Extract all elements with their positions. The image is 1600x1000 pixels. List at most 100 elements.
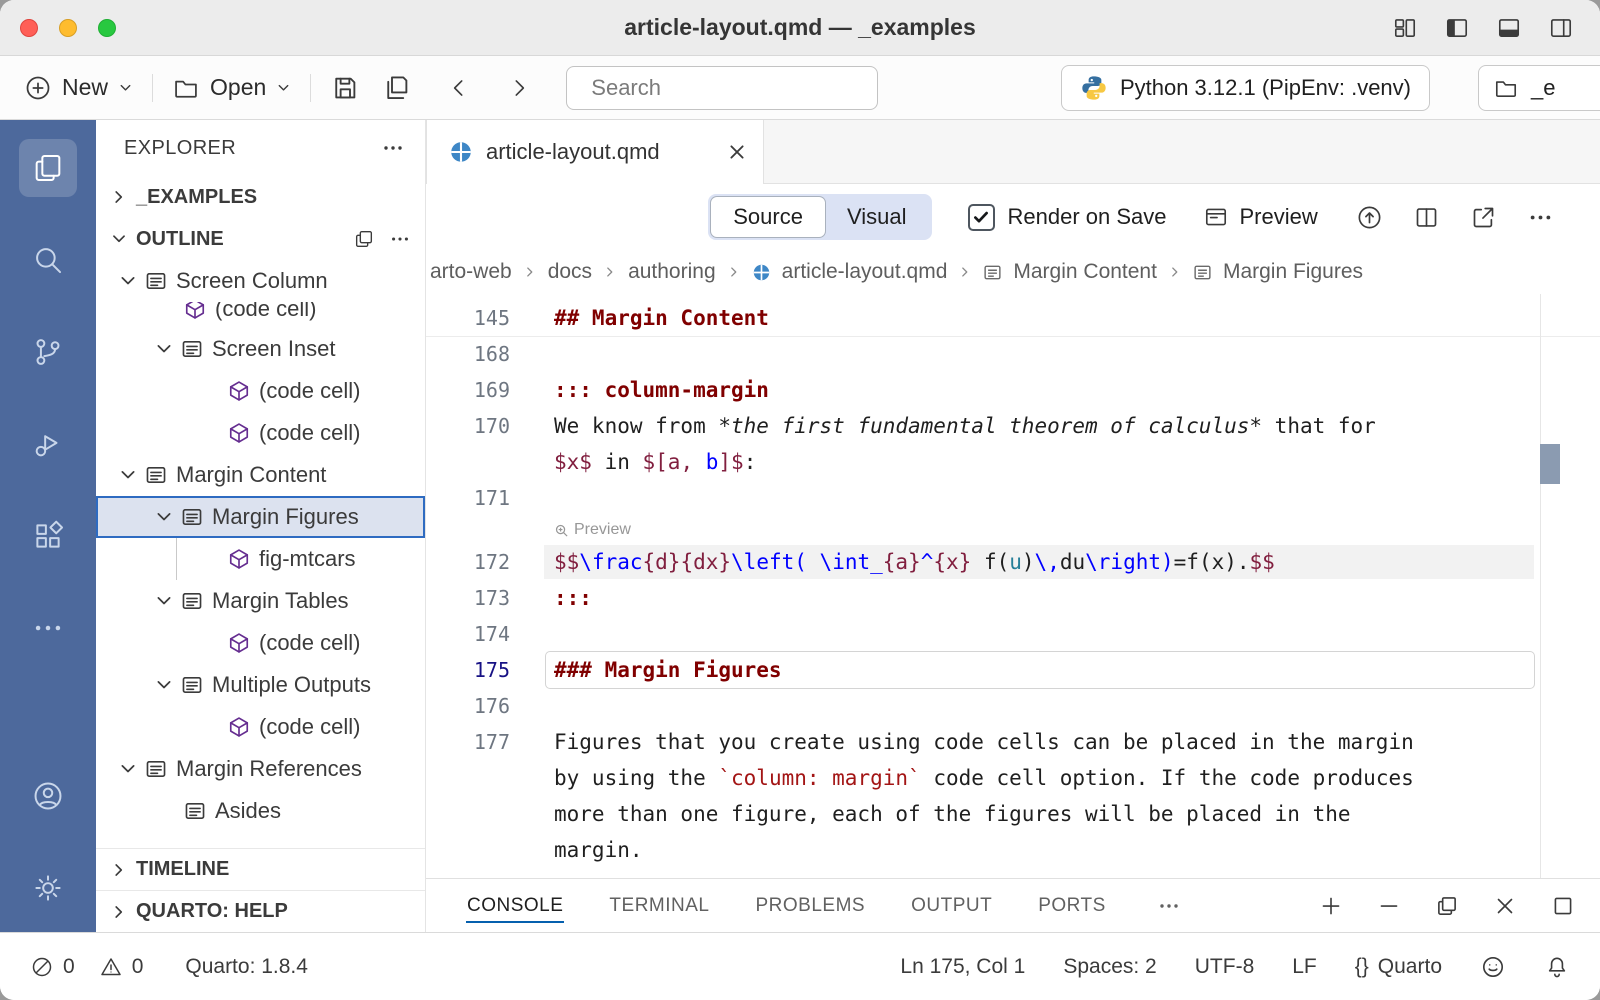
search-box[interactable] [566,66,878,110]
new-button[interactable]: New [24,74,133,102]
code-line[interactable]: 177 Figures that you create using code c… [426,724,1600,760]
notifications-bell-icon[interactable] [1544,954,1570,980]
project-button[interactable]: _e [1478,65,1600,111]
close-icon[interactable] [727,142,747,162]
code-line[interactable]: 168 [426,336,1600,372]
codelens-preview[interactable]: Preview [554,517,1534,543]
chevron-down-icon[interactable] [118,271,138,291]
chevron-down-icon[interactable] [154,591,174,611]
outline-item-multiple-outputs[interactable]: Multiple Outputs [96,664,425,706]
section-examples[interactable]: _EXAMPLES [96,176,425,218]
customize-layout-icon[interactable] [1392,15,1418,41]
collapse-all-icon[interactable] [353,228,375,250]
section-outline[interactable]: OUTLINE [96,218,425,260]
problems-status[interactable]: 0 0 [30,955,143,979]
breadcrumb-item[interactable]: arto-web [430,260,512,284]
outline-item-margin-figures[interactable]: Margin Figures [96,496,425,538]
breadcrumb-item[interactable]: article-layout.qmd [782,260,948,284]
chevron-down-icon[interactable] [118,465,138,485]
outline-item-screen-inset[interactable]: Screen Inset [96,328,425,370]
code-line-wrap[interactable]: margin. [426,832,1600,868]
account-button[interactable] [19,767,77,825]
outline-item-margin-content[interactable]: Margin Content [96,454,425,496]
outline-item-margin-tables[interactable]: Margin Tables [96,580,425,622]
panel-tab-output[interactable]: OUTPUT [910,880,993,932]
more-actions-icon[interactable] [381,136,405,160]
language-mode[interactable]: {} Quarto [1355,955,1442,979]
breadcrumb-item[interactable]: authoring [628,260,716,284]
scrollbar-thumb[interactable] [1540,444,1560,484]
section-timeline[interactable]: TIMELINE [96,848,425,890]
feedback-smiley-icon[interactable] [1480,954,1506,980]
close-window-button[interactable] [20,19,38,37]
code-line-wrap[interactable]: $x$ in $[a, b]$: [426,444,1600,480]
minimize-window-button[interactable] [59,19,77,37]
code-line-wrap[interactable]: more than one figure, each of the figure… [426,796,1600,832]
settings-button[interactable] [19,859,77,917]
code-line-math[interactable]: 172 $$\frac{d}{dx}\left( \int_{a}^{x} f(… [426,544,1600,580]
new-console-icon[interactable] [1318,893,1344,919]
code-line[interactable]: 169 ::: column-margin [426,372,1600,408]
more-panel-tabs-icon[interactable] [1157,894,1181,918]
outline-item-code-cell[interactable]: (code cell) [96,412,425,454]
save-all-icon[interactable] [382,73,412,103]
code-line-wrap[interactable]: by using the `column: margin` code cell … [426,760,1600,796]
code-line[interactable]: 170 We know from *the first fundamental … [426,408,1600,444]
outline-item-code-cell[interactable]: (code cell) [96,370,425,412]
more-views-button[interactable] [19,599,77,657]
search-activity-button[interactable] [19,231,77,289]
scrollbar-track[interactable] [1540,294,1560,878]
outline-item-fig-mtcars[interactable]: fig-mtcars [96,538,425,580]
render-circle-icon[interactable] [1356,204,1383,231]
code-line[interactable]: 176 [426,688,1600,724]
outline-item-code-cell[interactable]: (code cell) [96,302,425,328]
outline-item-margin-references[interactable]: Margin References [96,748,425,790]
outline-item-code-cell[interactable]: (code cell) [96,622,425,664]
source-control-activity-button[interactable] [19,323,77,381]
maximize-panel-icon[interactable] [1550,893,1576,919]
outline-item-asides[interactable]: Asides [96,790,425,832]
search-input[interactable] [591,75,879,101]
panel-tab-problems[interactable]: PROBLEMS [755,880,867,932]
more-actions-icon[interactable] [389,228,411,250]
restore-panel-icon[interactable] [1434,893,1460,919]
zoom-window-button[interactable] [98,19,116,37]
code-line[interactable]: 174 [426,616,1600,652]
visual-mode-button[interactable]: Visual [825,197,929,237]
open-button[interactable]: Open [172,74,291,102]
preview-button[interactable]: Preview [1203,204,1318,230]
panel-tab-terminal[interactable]: TERMINAL [608,880,710,932]
save-icon[interactable] [330,73,360,103]
toggle-panel-icon[interactable] [1496,15,1522,41]
chevron-down-icon[interactable] [154,507,174,527]
panel-tab-console[interactable]: CONSOLE [466,880,564,932]
code-editor[interactable]: 145 ## Margin Content 168 169 ::: column… [426,294,1600,878]
render-on-save-checkbox[interactable] [968,204,995,231]
breadcrumb-item[interactable]: Margin Content [1013,260,1157,284]
close-panel-icon[interactable] [1492,893,1518,919]
chevron-down-icon[interactable] [154,675,174,695]
navigate-back-icon[interactable] [446,75,472,101]
extensions-activity-button[interactable] [19,507,77,565]
split-editor-icon[interactable] [1413,204,1440,231]
minimize-panel-icon[interactable] [1376,893,1402,919]
indentation[interactable]: Spaces: 2 [1063,955,1156,979]
run-debug-activity-button[interactable] [19,415,77,473]
code-line-current[interactable]: 175 ### Margin Figures [426,652,1600,688]
toggle-secondary-sidebar-icon[interactable] [1548,15,1574,41]
source-mode-button[interactable]: Source [711,197,825,237]
chevron-down-icon[interactable] [118,759,138,779]
tab-article-layout[interactable]: article-layout.qmd [426,120,764,184]
section-quarto-help[interactable]: QUARTO: HELP [96,890,425,932]
explorer-activity-button[interactable] [19,139,77,197]
breadcrumb-item[interactable]: Margin Figures [1223,260,1363,284]
cursor-position[interactable]: Ln 175, Col 1 [900,955,1025,979]
eol-sequence[interactable]: LF [1292,955,1317,979]
code-line[interactable]: 171 [426,480,1600,516]
breadcrumb-item[interactable]: docs [548,260,592,284]
outline-item-code-cell[interactable]: (code cell) [96,706,425,748]
chevron-down-icon[interactable] [154,339,174,359]
outline-item-screen-column[interactable]: Screen Column [96,260,425,302]
encoding[interactable]: UTF-8 [1195,955,1255,979]
more-actions-icon[interactable] [1527,204,1554,231]
